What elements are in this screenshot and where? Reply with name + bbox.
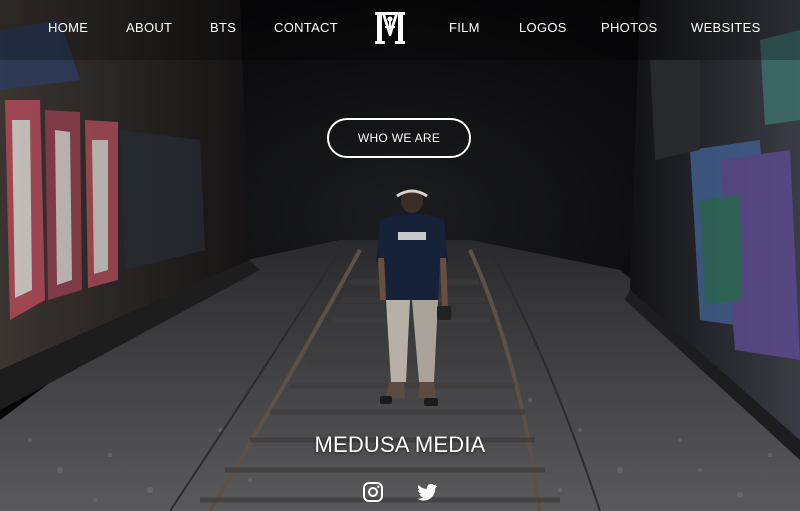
twitter-icon[interactable] <box>415 480 439 504</box>
nav-link-contact[interactable]: CONTACT <box>274 20 338 35</box>
nav-link-websites[interactable]: WEBSITES <box>691 20 761 35</box>
who-we-are-button[interactable]: WHO WE ARE <box>327 118 471 158</box>
hero-section: HOME ABOUT BTS CONTACT FILM LOGOS PHOTOS… <box>0 0 800 511</box>
nav-link-logos[interactable]: LOGOS <box>519 20 567 35</box>
brand-title: MEDUSA MEDIA <box>314 432 486 457</box>
medusa-m-monogram-icon[interactable] <box>372 10 408 46</box>
main-navigation: HOME ABOUT BTS CONTACT FILM LOGOS PHOTOS… <box>0 0 800 56</box>
nav-link-about[interactable]: ABOUT <box>126 20 172 35</box>
nav-link-film[interactable]: FILM <box>449 20 480 35</box>
nav-link-home[interactable]: HOME <box>48 20 88 35</box>
nav-link-photos[interactable]: PHOTOS <box>601 20 657 35</box>
nav-link-bts[interactable]: BTS <box>210 20 236 35</box>
instagram-icon[interactable] <box>361 480 385 504</box>
